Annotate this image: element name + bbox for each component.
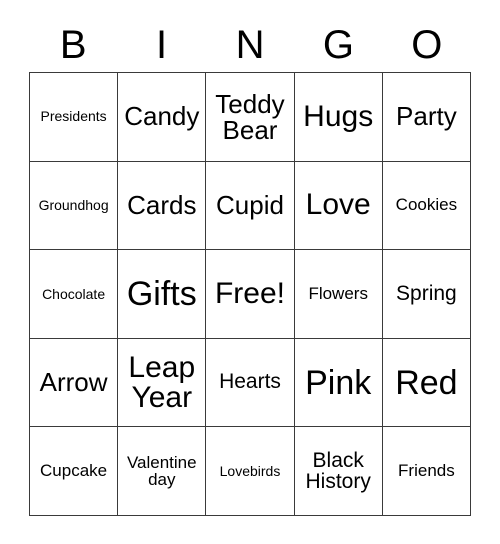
bingo-cell[interactable]: Love xyxy=(294,161,383,251)
bingo-header-letter-g: G xyxy=(322,23,354,67)
bingo-cell[interactable]: Spring xyxy=(382,250,471,339)
bingo-cell[interactable]: Hearts xyxy=(206,338,295,428)
bingo-cell[interactable]: Hugs xyxy=(294,73,383,162)
bingo-cell[interactable]: Cards xyxy=(118,161,207,251)
bingo-cell-label: Chocolate xyxy=(42,285,106,302)
bingo-cell-label: Cupid xyxy=(216,189,284,220)
bingo-cell-label: Friends xyxy=(398,461,455,481)
bingo-cell-label: Presidents xyxy=(40,108,107,125)
bingo-cell-label: Spring xyxy=(396,281,457,305)
bingo-cell[interactable]: Pink xyxy=(294,338,383,428)
bingo-cell[interactable]: Cupcake xyxy=(30,427,119,516)
bingo-cell-label: Pink xyxy=(305,363,372,402)
bingo-cell-label: Cards xyxy=(127,189,197,220)
bingo-cell[interactable]: Teddy Bear xyxy=(206,73,295,162)
bingo-cell[interactable]: Chocolate xyxy=(30,250,119,339)
bingo-cell[interactable]: Cupid xyxy=(206,161,295,251)
bingo-header-letter-o: O xyxy=(411,23,443,67)
bingo-header-letter-b: B xyxy=(59,23,87,67)
bingo-header-letter-n: N xyxy=(235,23,265,67)
bingo-cell-label: Black History xyxy=(305,449,371,494)
bingo-cell[interactable]: Red xyxy=(382,338,471,428)
bingo-cell-label: Cupcake xyxy=(40,461,108,481)
bingo-cell-label: Party xyxy=(396,101,457,132)
bingo-cell[interactable]: Party xyxy=(382,73,471,162)
bingo-cell-label: Hearts xyxy=(219,370,281,394)
bingo-cell-label: Love xyxy=(305,188,371,222)
bingo-cell[interactable]: Candy xyxy=(118,73,207,162)
bingo-cell[interactable]: Presidents xyxy=(30,73,119,162)
bingo-cell[interactable]: Black History xyxy=(294,427,383,516)
bingo-cell-label: Red xyxy=(395,363,458,402)
bingo-cell-label: Cookies xyxy=(395,195,458,215)
bingo-cell-label: Arrow xyxy=(39,366,108,397)
bingo-cell[interactable]: Cookies xyxy=(382,161,471,251)
bingo-grid: Presidents Candy Teddy Bear Hugs Party Ground… xyxy=(29,72,471,516)
bingo-cell-label: Flowers xyxy=(308,283,368,303)
bingo-cell-label: Hugs xyxy=(303,99,374,133)
bingo-cell[interactable]: Valentine day xyxy=(118,427,207,516)
bingo-cell[interactable]: Gifts xyxy=(118,250,207,339)
bingo-cell-label: Free! xyxy=(214,277,285,311)
bingo-cell-label: Teddy Bear xyxy=(215,88,285,145)
bingo-cell-label: Candy xyxy=(124,101,200,132)
bingo-header-letter-i: I xyxy=(156,23,168,67)
bingo-cell[interactable]: Groundhog xyxy=(30,161,119,251)
bingo-cell[interactable]: Flowers xyxy=(294,250,383,339)
bingo-cell[interactable]: Leap Year xyxy=(118,338,207,428)
bingo-card: B I N G O Presidents Candy Teddy Bear Hugs P… xyxy=(0,0,500,544)
bingo-cell[interactable]: Friends xyxy=(382,427,471,516)
bingo-cell[interactable]: Arrow xyxy=(30,338,119,428)
bingo-cell-label: Leap Year xyxy=(128,350,196,414)
bingo-cell-label: Lovebirds xyxy=(219,462,281,479)
bingo-cell-label: Gifts xyxy=(126,274,197,313)
bingo-cell-label: Valentine day xyxy=(126,453,197,490)
bingo-header-row: B I N G O xyxy=(29,18,471,72)
bingo-free-space-cell[interactable]: Free! xyxy=(206,250,295,339)
bingo-cell-label: Groundhog xyxy=(38,196,109,213)
bingo-cell[interactable]: Lovebirds xyxy=(206,427,295,516)
